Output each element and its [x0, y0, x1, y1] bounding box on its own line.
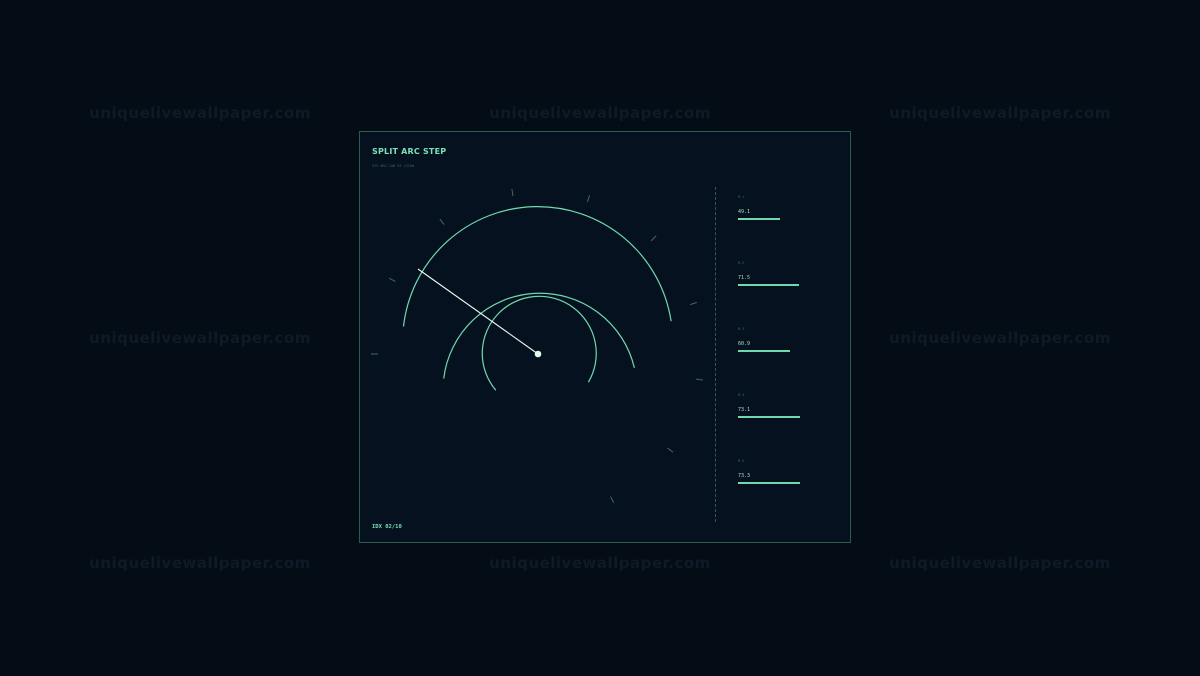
watermark-text: uniquelivewallpaper.com — [489, 104, 711, 122]
stat-bar — [738, 416, 818, 418]
stat-bar-fill — [738, 416, 801, 418]
panel-index: IDX 02/10 — [372, 524, 402, 530]
gauge-tick — [667, 447, 674, 453]
watermark-text: uniquelivewallpaper.com — [89, 329, 311, 347]
stat-bar-fill — [738, 218, 780, 220]
stat-value: 71.5 — [738, 275, 751, 281]
stat-bar — [738, 218, 818, 220]
gauge-needle — [417, 268, 539, 355]
stat-bar — [738, 284, 818, 286]
stat-item: M-1 49.1 — [738, 195, 818, 220]
stat-value: 49.1 — [738, 209, 751, 215]
watermark-text: uniquelivewallpaper.com — [889, 554, 1111, 572]
watermark-text: uniquelivewallpaper.com — [489, 554, 711, 572]
watermark-text: uniquelivewallpaper.com — [889, 329, 1111, 347]
stat-bar-fill — [738, 284, 799, 286]
stat-bar — [738, 482, 818, 484]
stat-item: M-4 73.1 — [738, 393, 818, 418]
stat-bar-fill — [738, 350, 790, 352]
gauge-tick — [388, 277, 396, 282]
watermark-text: uniquelivewallpaper.com — [89, 554, 311, 572]
stat-value: 73.3 — [738, 473, 751, 479]
panel-divider — [715, 187, 716, 522]
gauge-tick — [439, 218, 445, 225]
split-arc-gauge — [371, 189, 703, 504]
stat-label: M-3 — [738, 327, 745, 331]
stat-value: 73.1 — [738, 407, 751, 413]
gauge-tick — [586, 195, 591, 202]
stat-item: M-5 73.3 — [738, 459, 818, 484]
gauge-ticks — [371, 189, 703, 504]
watermark-text: uniquelivewallpaper.com — [889, 104, 1111, 122]
gauge-arc-inner — [481, 295, 597, 391]
gauge-tick — [695, 378, 703, 381]
gauge-arc-middle — [443, 292, 635, 379]
stat-label: M-1 — [738, 195, 745, 199]
stat-label: M-4 — [738, 393, 745, 397]
gauge-tick — [650, 235, 657, 242]
dashboard-panel: SPLIT ARC STEP SYS ARC.LAB V5 /SCAN M-1 … — [359, 131, 851, 543]
stat-item: M-3 60.9 — [738, 327, 818, 352]
watermark-text: uniquelivewallpaper.com — [89, 104, 311, 122]
gauge-tick — [511, 189, 514, 197]
gauge-needle-hub — [534, 350, 542, 358]
gauge-tick — [690, 301, 697, 306]
stat-item: M-2 71.5 — [738, 261, 818, 286]
stat-label: M-5 — [738, 459, 745, 463]
stat-value: 60.9 — [738, 341, 751, 347]
stat-label: M-2 — [738, 261, 745, 265]
stat-bar — [738, 350, 818, 352]
stat-bar-fill — [738, 482, 801, 484]
gauge-tick — [610, 496, 615, 504]
